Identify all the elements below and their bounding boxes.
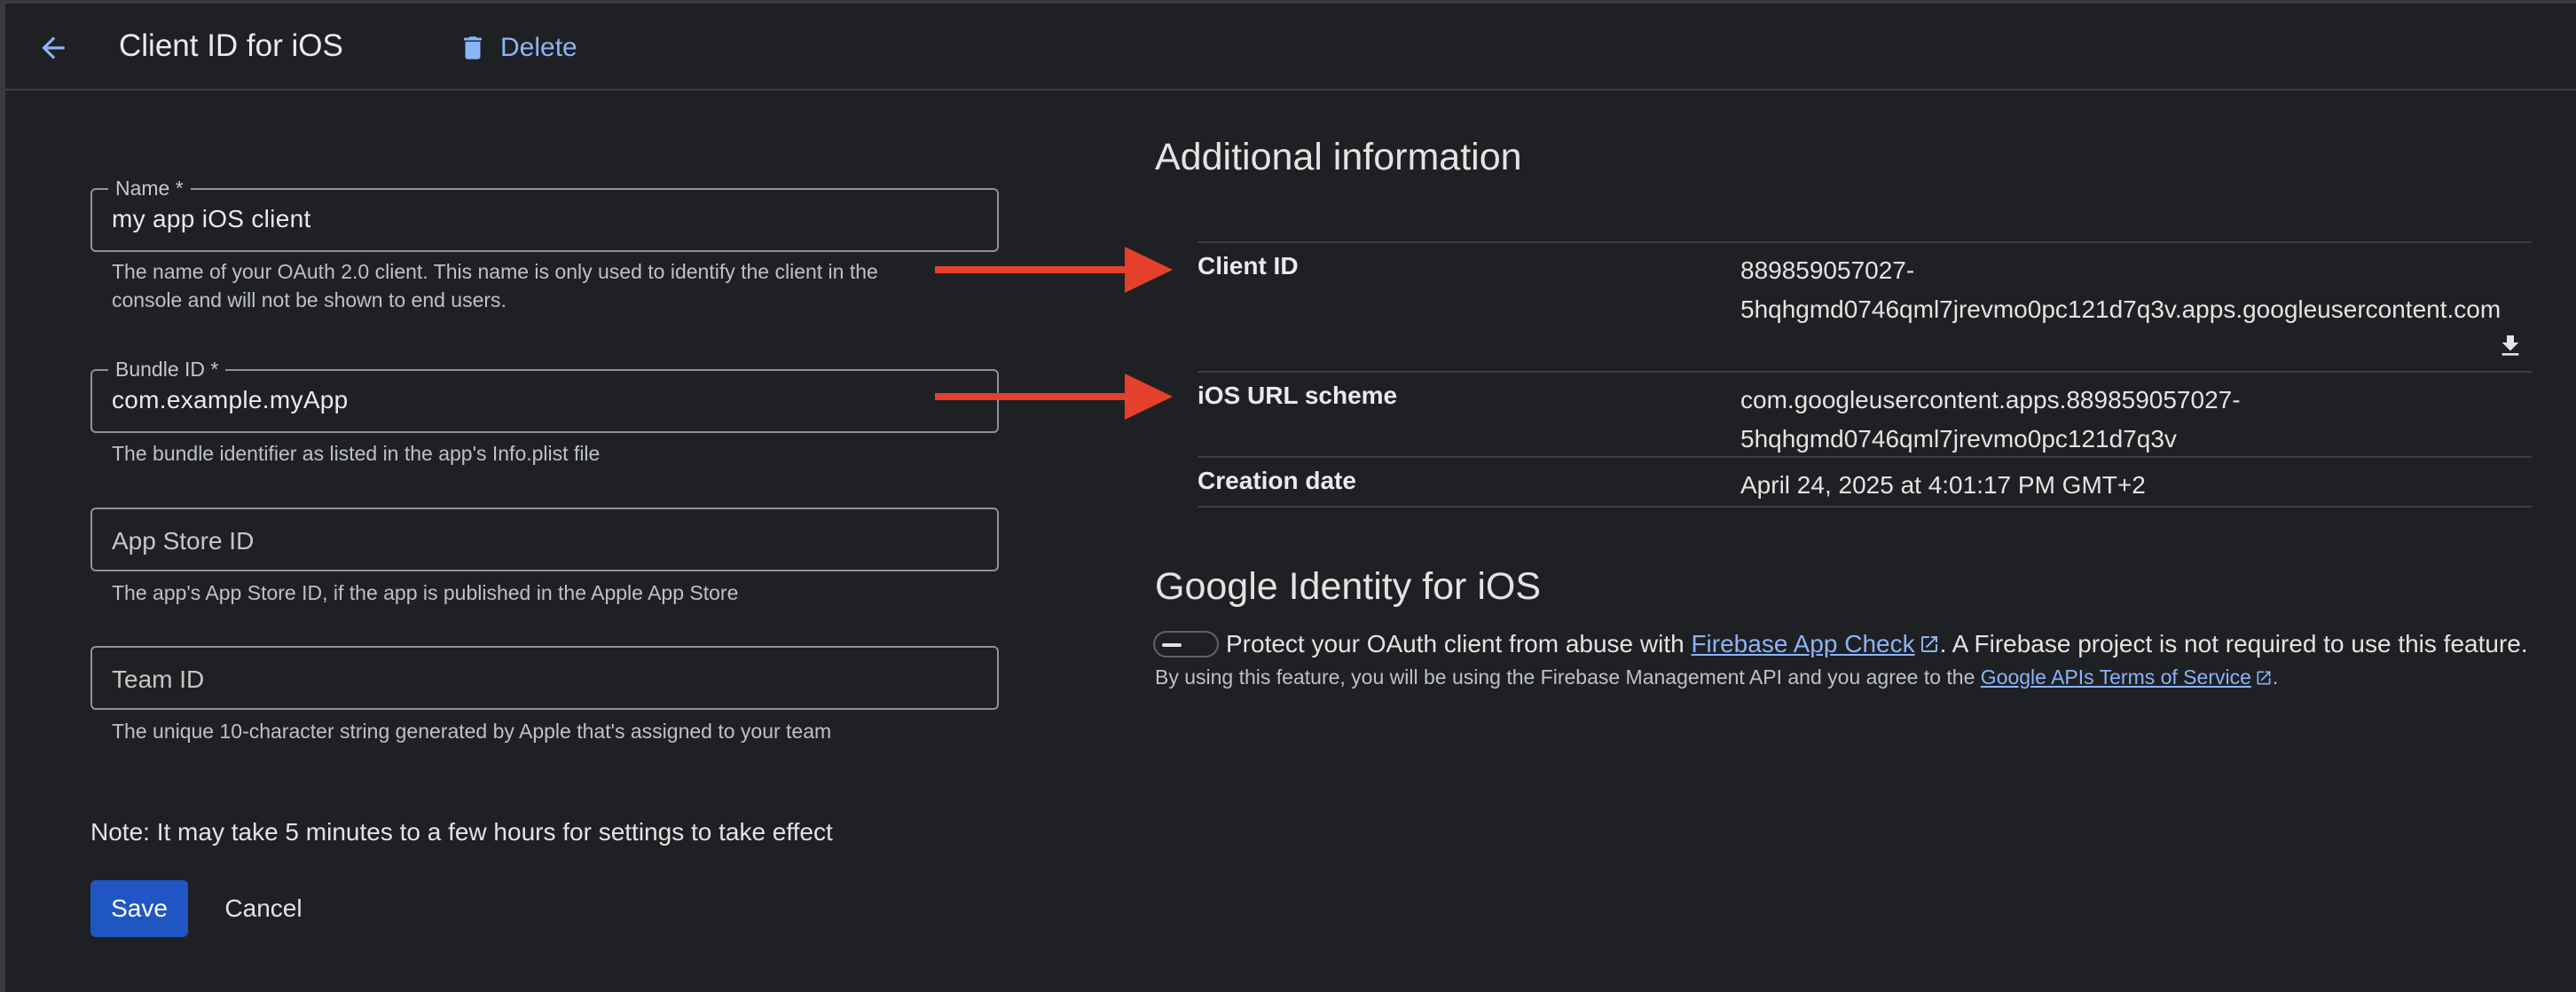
settings-note: Note: It may take 5 minutes to a few hou… (90, 818, 833, 846)
client-id-value-line-2: 5hqhgmd0746qml7jrevmo0pc121d7q3v.apps.go… (1740, 295, 2501, 323)
firebase-app-check-link[interactable]: Firebase App Check (1691, 630, 1914, 657)
delete-label: Delete (500, 33, 577, 62)
app-check-toggle[interactable] (1153, 631, 1219, 657)
url-scheme-value: com.googleusercontent.apps.889859057027-… (1740, 381, 2241, 459)
annotation-arrow-client-id (935, 247, 1173, 293)
team-id-placeholder: Team ID (112, 665, 205, 693)
protect-prefix: Protect your OAuth client from abuse wit… (1226, 630, 1692, 657)
bundle-id-help: The bundle identifier as listed in the a… (112, 442, 601, 465)
name-help: The name of your OAuth 2.0 client. This … (112, 257, 928, 314)
client-id-key: Client ID (1198, 252, 1299, 279)
google-identity-title: Google Identity for iOS (1155, 565, 1541, 608)
app-store-id-field[interactable]: App Store ID (90, 508, 999, 571)
download-icon[interactable] (2496, 332, 2525, 360)
google-apis-terms-link[interactable]: Google APIs Terms of Service (1981, 665, 2251, 689)
name-value: my app iOS client (112, 205, 311, 232)
arrow-back-icon (42, 36, 65, 59)
client-id-value: 889859057027- 5hqhgmd0746qml7jrevmo0pc12… (1740, 251, 2501, 329)
team-id-help: The unique 10-character string generated… (112, 720, 832, 743)
creation-date-key: Creation date (1198, 467, 1356, 494)
bundle-id-field[interactable]: Bundle ID * com.example.myApp (90, 358, 999, 433)
url-scheme-key: iOS URL scheme (1198, 382, 1398, 409)
page-header: Client ID for iOS Delete (5, 4, 2576, 91)
external-link-icon (1920, 636, 1937, 652)
name-label: Name * (108, 177, 191, 201)
external-link-icon (2257, 671, 2271, 685)
annotation-arrow-url-scheme (935, 374, 1173, 420)
creation-date-row: Creation date April 24, 2025 at 4:01:17 … (1198, 456, 2532, 508)
team-id-field[interactable]: Team ID (90, 646, 999, 710)
url-scheme-row: iOS URL scheme com.googleusercontent.app… (1198, 371, 2532, 456)
app-check-description: Protect your OAuth client from abuse wit… (1226, 630, 2528, 658)
client-id-row: Client ID 889859057027- 5hqhgmd0746qml7j… (1198, 241, 2532, 371)
page-title: Client ID for iOS (119, 28, 343, 63)
delete-button[interactable]: Delete (458, 27, 577, 69)
terms-description: By using this feature, you will be using… (1155, 665, 2278, 689)
save-button[interactable]: Save (90, 880, 188, 937)
creation-date-value: April 24, 2025 at 4:01:17 PM GMT+2 (1740, 471, 2146, 499)
additional-info-title: Additional information (1155, 136, 1522, 178)
back-button[interactable] (30, 25, 76, 71)
url-scheme-value-line-1: com.googleusercontent.apps.889859057027- (1740, 386, 2241, 413)
bundle-id-label: Bundle ID * (108, 358, 226, 382)
client-id-value-line-1: 889859057027- (1740, 256, 1915, 284)
name-help-line-2: console and will not be shown to end use… (112, 288, 507, 311)
terms-prefix: By using this feature, you will be using… (1155, 665, 1981, 689)
name-help-line-1: The name of your OAuth 2.0 client. This … (112, 260, 878, 283)
toggle-off-indicator (1162, 643, 1182, 647)
app-store-id-help: The app's App Store ID, if the app is pu… (112, 581, 739, 604)
url-scheme-value-line-2: 5hqhgmd0746qml7jrevmo0pc121d7q3v (1740, 425, 2177, 453)
name-field[interactable]: Name * my app iOS client (90, 177, 999, 252)
protect-suffix: . A Firebase project is not required to … (1939, 630, 2528, 657)
additional-info-table: Client ID 889859057027- 5hqhgmd0746qml7j… (1198, 241, 2532, 508)
app-store-id-placeholder: App Store ID (112, 527, 255, 555)
trash-icon (458, 31, 488, 65)
cancel-button[interactable]: Cancel (206, 880, 321, 937)
terms-suffix: . (2272, 665, 2279, 689)
bundle-id-value: com.example.myApp (112, 386, 349, 413)
